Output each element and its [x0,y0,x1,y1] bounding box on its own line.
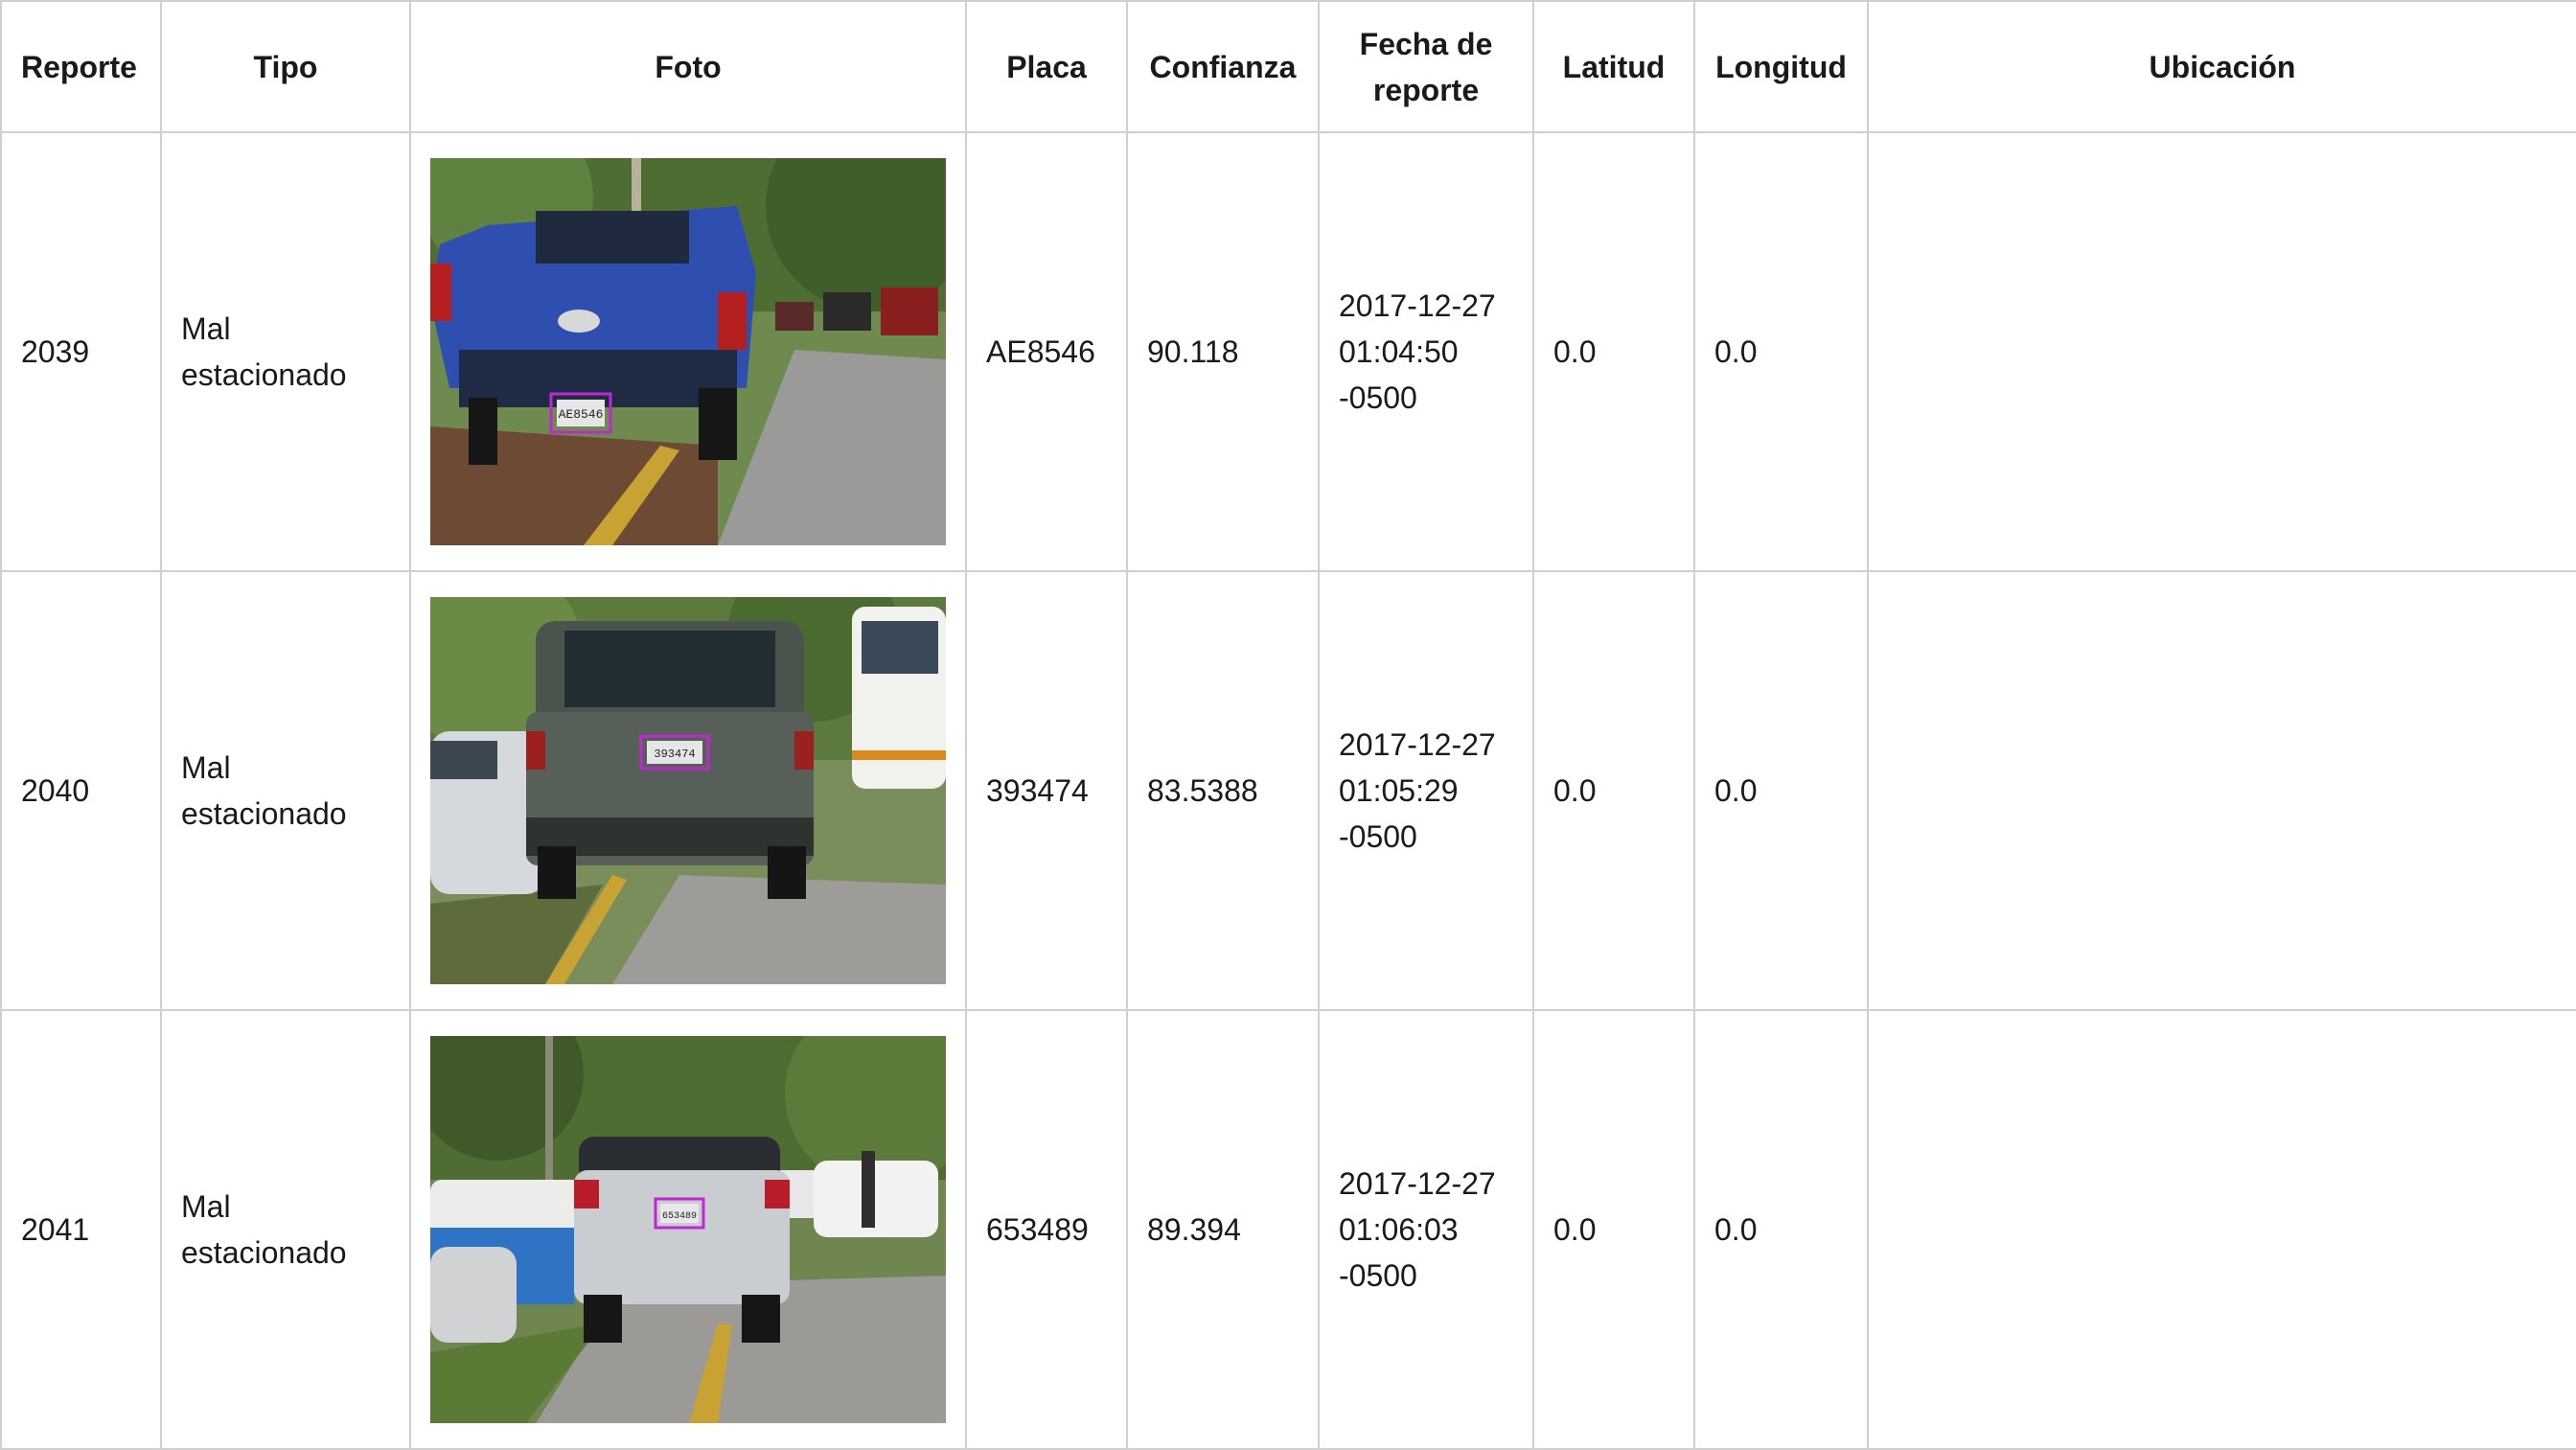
cell-confianza: 90.118 [1126,131,1320,572]
plate-text: AE8546 [559,407,604,422]
table-row: 2039 Mal estacionado AE8546 AE8546 90.11… [0,131,2576,572]
cell-ubicacion [1867,570,2576,1011]
header-confianza[interactable]: Confianza [1126,0,1320,133]
cell-ubicacion [1867,1009,2576,1450]
cell-latitud: 0.0 [1532,1009,1695,1450]
cell-fecha: 2017-12-27 01:04:50 -0500 [1318,131,1534,572]
cell-tipo: Mal estacionado [160,131,411,572]
cell-tipo: Mal estacionado [160,570,411,1011]
vehicle-photo-image: 393474 [430,597,946,984]
reports-table: Reporte Tipo Foto Placa Confianza Fecha … [0,0,2576,1450]
cell-confianza: 89.394 [1126,1009,1320,1450]
cell-fecha: 2017-12-27 01:06:03 -0500 [1318,1009,1534,1450]
cell-longitud: 0.0 [1693,570,1869,1011]
header-tipo[interactable]: Tipo [160,0,411,133]
cell-tipo: Mal estacionado [160,1009,411,1450]
plate-text: 653489 [662,1211,697,1222]
cell-reporte: 2039 [0,131,162,572]
header-ubicacion[interactable]: Ubicación [1867,0,2576,133]
cell-ubicacion [1867,131,2576,572]
cell-placa: 393474 [965,570,1128,1011]
cell-reporte: 2040 [0,570,162,1011]
cell-confianza: 83.5388 [1126,570,1320,1011]
cell-foto: AE8546 [409,131,967,572]
header-fecha[interactable]: Fecha de reporte [1318,0,1534,133]
header-row: Reporte Tipo Foto Placa Confianza Fecha … [0,0,2576,133]
vehicle-photo[interactable]: 653489 [430,1036,946,1423]
cell-fecha: 2017-12-27 01:05:29 -0500 [1318,570,1534,1011]
vehicle-photo-image: 653489 [430,1036,946,1423]
vehicle-photo-image: AE8546 [430,158,946,545]
cell-longitud: 0.0 [1693,1009,1869,1450]
table-row: 2041 Mal estacionado 653489 653489 89.39… [0,1009,2576,1450]
cell-foto: 653489 [409,1009,967,1450]
plate-text: 393474 [654,748,695,761]
vehicle-photo[interactable]: 393474 [430,597,946,984]
header-longitud[interactable]: Longitud [1693,0,1869,133]
cell-placa: AE8546 [965,131,1128,572]
header-reporte[interactable]: Reporte [0,0,162,133]
cell-placa: 653489 [965,1009,1128,1450]
cell-reporte: 2041 [0,1009,162,1450]
vehicle-photo[interactable]: AE8546 [430,158,946,545]
cell-latitud: 0.0 [1532,570,1695,1011]
table-row: 2040 Mal estacionado 393474 393474 83.53… [0,570,2576,1011]
cell-foto: 393474 [409,570,967,1011]
header-foto[interactable]: Foto [409,0,967,133]
header-placa[interactable]: Placa [965,0,1128,133]
header-latitud[interactable]: Latitud [1532,0,1695,133]
cell-longitud: 0.0 [1693,131,1869,572]
cell-latitud: 0.0 [1532,131,1695,572]
